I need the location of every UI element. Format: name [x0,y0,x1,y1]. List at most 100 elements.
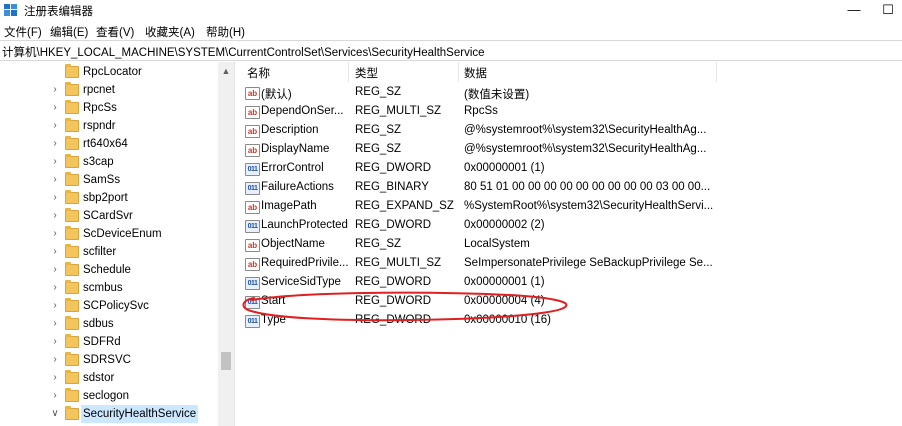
tree-item[interactable]: › s3cap [0,153,218,171]
tree-scroll-thumb[interactable] [221,352,231,370]
column-divider[interactable] [348,62,349,82]
maximize-button[interactable]: ☐ [868,0,902,20]
tree-item-label[interactable]: sdbus [81,315,116,333]
tree-item[interactable]: › sbp2port [0,189,218,207]
tree-item[interactable]: › Schedule [0,261,218,279]
address-bar[interactable]: 计算机\HKEY_LOCAL_MACHINE\SYSTEM\CurrentCon… [0,40,902,61]
menu-favorites[interactable]: 收藏夹(A) [145,24,195,40]
chevron-right-icon[interactable]: › [50,371,60,385]
chevron-right-icon[interactable]: › [50,83,60,97]
tree-item[interactable]: › rpcnet [0,81,218,99]
chevron-right-icon[interactable]: › [50,191,60,205]
scroll-up-arrow-icon[interactable]: ▲ [218,64,234,78]
tree-item-label[interactable]: Schedule [81,261,133,279]
chevron-right-icon[interactable]: › [50,299,60,313]
chevron-right-icon[interactable]: › [50,137,60,151]
tree-item-label[interactable]: RpcSs [81,99,119,117]
chevron-right-icon[interactable]: › [50,227,60,241]
tree-item[interactable]: › RpcSs [0,99,218,117]
value-type: REG_DWORD [355,162,432,174]
tree-item[interactable]: › scmbus [0,279,218,297]
tree-item-label[interactable]: RpcLocator [81,63,144,81]
value-row[interactable]: ab ImagePath REG_EXPAND_SZ %SystemRoot%\sys… [238,198,902,217]
tree-item-label[interactable]: sdstor [81,369,116,387]
column-header-name[interactable]: 名称 [247,65,270,81]
chevron-right-icon[interactable]: › [50,209,60,223]
value-data: 0x00000002 (2) [464,219,545,231]
value-row[interactable]: 011 Type REG_DWORD 0x00000010 (16) [238,312,902,331]
tree-item-label[interactable]: rt640x64 [81,135,130,153]
value-list-pane[interactable]: 名称 类型 数据 ab (默认) REG_SZ (数值未设置) ab DependOnSe… [238,62,902,426]
value-row[interactable]: 011 ServiceSidType REG_DWORD 0x00000001 (1) [238,274,902,293]
tree-item-label[interactable]: SecurityHealthService [81,405,199,423]
tree-item-label[interactable]: seclogon [81,387,131,405]
tree-item[interactable]: › ScDeviceEnum [0,225,218,243]
chevron-down-icon[interactable]: ∨ [50,407,60,421]
folder-icon [65,172,79,186]
tree-item-label[interactable]: SCPolicySvc [81,297,151,315]
column-divider[interactable] [716,62,717,82]
tree-item[interactable]: › SamSs [0,171,218,189]
tree-item[interactable]: › rt640x64 [0,135,218,153]
tree-item-label[interactable]: rpcnet [81,81,117,99]
tree-scrollbar[interactable]: ▲ [218,62,234,426]
tree-item-label[interactable]: ScDeviceEnum [81,225,164,243]
value-row[interactable]: ab DependOnSer... REG_MULTI_SZ RpcSs [238,103,902,122]
value-row[interactable]: ab RequiredPrivile... REG_MULTI_SZ SeImpers… [238,255,902,274]
chevron-right-icon[interactable]: › [50,245,60,259]
value-row[interactable]: ab ObjectName REG_SZ LocalSystem [238,236,902,255]
value-row[interactable]: ab (默认) REG_SZ (数值未设置) [238,84,902,103]
tree-item[interactable]: › sdbus [0,315,218,333]
value-row[interactable]: 011 Start REG_DWORD 0x00000004 (4) [238,293,902,312]
value-name: (默认) [261,89,292,101]
value-row[interactable]: 011 FailureActions REG_BINARY 80 51 01 00 0… [238,179,902,198]
tree-item[interactable]: › scfilter [0,243,218,261]
folder-icon [65,262,79,276]
menu-help[interactable]: 帮助(H) [206,24,245,40]
column-divider[interactable] [458,62,459,82]
tree-item[interactable]: › rspndr [0,117,218,135]
tree-item-label[interactable]: sbp2port [81,189,130,207]
chevron-right-icon[interactable]: › [50,101,60,115]
column-header-type[interactable]: 类型 [355,65,378,81]
tree-item[interactable]: › SDFRd [0,333,218,351]
tree-item[interactable]: › SCPolicySvc [0,297,218,315]
tree-item-label[interactable]: SamSs [81,171,122,189]
menu-view[interactable]: 查看(V) [96,24,134,40]
tree-item-label[interactable]: s3cap [81,153,116,171]
value-row[interactable]: 011 ErrorControl REG_DWORD 0x00000001 (1) [238,160,902,179]
value-type: REG_SZ [355,86,402,98]
chevron-right-icon[interactable]: › [50,389,60,403]
tree-item-label[interactable]: SCardSvr [81,207,135,225]
chevron-right-icon[interactable]: › [50,353,60,367]
tree-item-label[interactable]: rspndr [81,117,118,135]
chevron-right-icon[interactable]: › [50,317,60,331]
menu-file[interactable]: 文件(F) [4,24,42,40]
chevron-right-icon[interactable]: › [50,155,60,169]
key-tree-pane[interactable]: RpcLocator › rpcnet › RpcSs › rspndr › rt640x64 ›… [0,62,234,426]
tree-item-label[interactable]: SDRSVC [81,351,133,369]
tree-item[interactable]: RpcLocator [0,63,218,81]
tree-item-label[interactable]: SDFRd [81,333,123,351]
tree-item[interactable]: ∨ SecurityHealthService [0,405,218,423]
column-header-data[interactable]: 数据 [464,65,487,81]
chevron-right-icon[interactable]: › [50,263,60,277]
value-row[interactable]: ab Description REG_SZ @%systemroot%\system3… [238,122,902,141]
value-row[interactable]: 011 LaunchProtected REG_DWORD 0x00000002 (2… [238,217,902,236]
value-row[interactable]: ab DisplayName REG_SZ @%systemroot%\system3… [238,141,902,160]
tree-item[interactable]: › SCardSvr [0,207,218,225]
chevron-right-icon[interactable]: › [50,173,60,187]
chevron-right-icon[interactable]: › [50,335,60,349]
menu-edit[interactable]: 编辑(E) [50,24,88,40]
tree-item[interactable]: › sdstor [0,369,218,387]
chevron-right-icon[interactable]: › [50,281,60,295]
tree-item-label[interactable]: scmbus [81,279,125,297]
binary-value-icon: 011 [245,296,260,309]
chevron-right-icon[interactable]: › [50,119,60,133]
value-name: FailureActions [261,181,334,193]
tree-item-label[interactable]: scfilter [81,243,118,261]
tree-item[interactable]: › seclogon [0,387,218,405]
address-path[interactable]: 计算机\HKEY_LOCAL_MACHINE\SYSTEM\CurrentCon… [2,44,485,60]
folder-icon [65,388,79,402]
tree-item[interactable]: › SDRSVC [0,351,218,369]
